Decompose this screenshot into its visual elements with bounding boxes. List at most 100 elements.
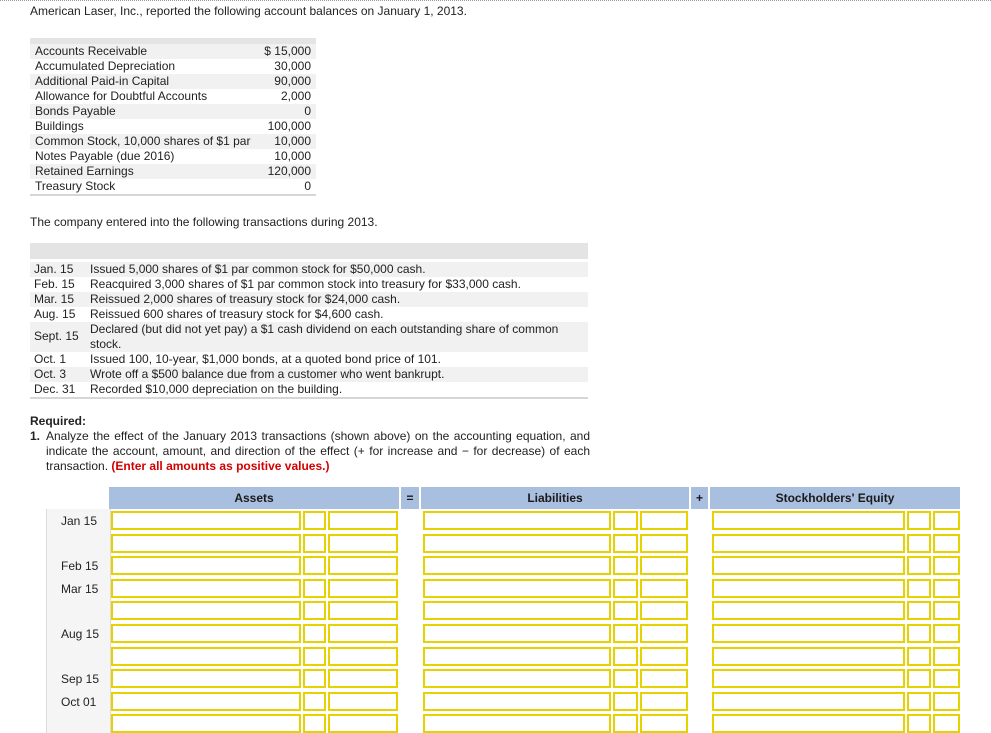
assets-amount-input[interactable] bbox=[328, 578, 398, 598]
equity-account-input[interactable] bbox=[712, 624, 905, 643]
liabilities-sign-input[interactable] bbox=[613, 578, 638, 598]
liabilities-sign-input[interactable] bbox=[613, 669, 638, 689]
liabilities-sign-input[interactable] bbox=[613, 511, 638, 530]
assets-account-input[interactable] bbox=[111, 601, 301, 621]
assets-amount-input[interactable] bbox=[328, 714, 398, 733]
liabilities-account-input[interactable] bbox=[423, 533, 611, 553]
liabilities-account-input[interactable] bbox=[423, 556, 611, 576]
transaction-text: Reissued 2,000 shares of treasury stock … bbox=[90, 292, 401, 306]
equity-amount-input[interactable] bbox=[933, 624, 960, 643]
assets-sign-input[interactable] bbox=[303, 511, 326, 530]
equity-account-input[interactable] bbox=[712, 669, 905, 689]
assets-amount-input[interactable] bbox=[328, 624, 398, 643]
row-date-label: Oct 01 bbox=[61, 694, 97, 709]
liabilities-amount-input[interactable] bbox=[640, 533, 688, 553]
liabilities-amount-input[interactable] bbox=[640, 714, 688, 733]
equity-account-input[interactable] bbox=[712, 714, 905, 733]
liabilities-sign-input[interactable] bbox=[613, 556, 638, 576]
equity-amount-input[interactable] bbox=[933, 578, 960, 598]
liabilities-amount-input[interactable] bbox=[640, 511, 688, 530]
liabilities-account-input[interactable] bbox=[423, 578, 611, 598]
liabilities-sign-input[interactable] bbox=[613, 533, 638, 553]
equity-account-input[interactable] bbox=[712, 578, 905, 598]
assets-sign-input[interactable] bbox=[303, 714, 326, 733]
liabilities-amount-input[interactable] bbox=[640, 669, 688, 689]
assets-amount-input[interactable] bbox=[328, 691, 398, 711]
liabilities-sign-input[interactable] bbox=[613, 624, 638, 643]
assets-amount-input[interactable] bbox=[328, 601, 398, 621]
assets-account-input[interactable] bbox=[111, 556, 301, 576]
equity-account-input[interactable] bbox=[712, 511, 905, 530]
liabilities-amount-input[interactable] bbox=[640, 601, 688, 621]
assets-amount-input[interactable] bbox=[328, 646, 398, 666]
account-name: Allowance for Doubtful Accounts bbox=[35, 89, 208, 103]
transactions-intro: The company entered into the following t… bbox=[30, 215, 378, 229]
assets-account-input[interactable] bbox=[111, 646, 301, 666]
assets-amount-input[interactable] bbox=[328, 556, 398, 576]
liabilities-account-input[interactable] bbox=[423, 624, 611, 643]
liabilities-account-input[interactable] bbox=[423, 646, 611, 666]
equity-account-input[interactable] bbox=[712, 646, 905, 666]
assets-amount-input[interactable] bbox=[328, 511, 398, 530]
equity-account-input[interactable] bbox=[712, 533, 905, 553]
equity-sign-input[interactable] bbox=[907, 556, 931, 576]
liabilities-sign-input[interactable] bbox=[613, 601, 638, 621]
equity-amount-input[interactable] bbox=[933, 601, 960, 621]
equity-amount-input[interactable] bbox=[933, 669, 960, 689]
equity-amount-input[interactable] bbox=[933, 646, 960, 666]
equity-sign-input[interactable] bbox=[907, 533, 931, 553]
assets-account-input[interactable] bbox=[111, 691, 301, 711]
assets-sign-input[interactable] bbox=[303, 669, 326, 689]
liabilities-amount-input[interactable] bbox=[640, 556, 688, 576]
assets-sign-input[interactable] bbox=[303, 646, 326, 666]
equity-amount-input[interactable] bbox=[933, 714, 960, 733]
assets-amount-input[interactable] bbox=[328, 533, 398, 553]
account-amount: 0 bbox=[304, 104, 311, 118]
assets-account-input[interactable] bbox=[111, 533, 301, 553]
liabilities-account-input[interactable] bbox=[423, 601, 611, 621]
assets-account-input[interactable] bbox=[111, 511, 301, 530]
equity-sign-input[interactable] bbox=[907, 646, 931, 666]
equity-amount-input[interactable] bbox=[933, 691, 960, 711]
equity-sign-input[interactable] bbox=[907, 511, 931, 530]
assets-sign-input[interactable] bbox=[303, 556, 326, 576]
account-amount: 2,000 bbox=[280, 89, 311, 103]
liabilities-sign-input[interactable] bbox=[613, 691, 638, 711]
assets-sign-input[interactable] bbox=[303, 533, 326, 553]
assets-amount-input[interactable] bbox=[328, 669, 398, 689]
liabilities-amount-input[interactable] bbox=[640, 691, 688, 711]
equity-amount-input[interactable] bbox=[933, 556, 960, 576]
liabilities-amount-input[interactable] bbox=[640, 624, 688, 643]
accounting-equation-table: Assets = Liabilities + Stockholders' Equ… bbox=[46, 487, 960, 733]
equity-sign-input[interactable] bbox=[907, 669, 931, 689]
equity-sign-input[interactable] bbox=[907, 578, 931, 598]
assets-account-input[interactable] bbox=[111, 624, 301, 643]
header-equity: Stockholders' Equity bbox=[710, 487, 960, 509]
equity-account-input[interactable] bbox=[712, 691, 905, 711]
liabilities-amount-input[interactable] bbox=[640, 646, 688, 666]
equity-amount-input[interactable] bbox=[933, 511, 960, 530]
liabilities-account-input[interactable] bbox=[423, 691, 611, 711]
equity-account-input[interactable] bbox=[712, 601, 905, 621]
assets-account-input[interactable] bbox=[111, 578, 301, 598]
account-name: Retained Earnings bbox=[35, 164, 134, 178]
assets-sign-input[interactable] bbox=[303, 691, 326, 711]
equity-sign-input[interactable] bbox=[907, 714, 931, 733]
liabilities-sign-input[interactable] bbox=[613, 646, 638, 666]
assets-sign-input[interactable] bbox=[303, 601, 326, 621]
liabilities-account-input[interactable] bbox=[423, 669, 611, 689]
equity-sign-input[interactable] bbox=[907, 624, 931, 643]
equity-amount-input[interactable] bbox=[933, 533, 960, 553]
equity-sign-input[interactable] bbox=[907, 691, 931, 711]
liabilities-amount-input[interactable] bbox=[640, 578, 688, 598]
equity-sign-input[interactable] bbox=[907, 601, 931, 621]
assets-account-input[interactable] bbox=[111, 669, 301, 689]
assets-sign-input[interactable] bbox=[303, 624, 326, 643]
liabilities-account-input[interactable] bbox=[423, 714, 611, 733]
liabilities-sign-input[interactable] bbox=[613, 714, 638, 733]
account-amount: $ 15,000 bbox=[264, 44, 311, 58]
assets-sign-input[interactable] bbox=[303, 578, 326, 598]
equity-account-input[interactable] bbox=[712, 556, 905, 576]
assets-account-input[interactable] bbox=[111, 714, 301, 733]
liabilities-account-input[interactable] bbox=[423, 511, 611, 530]
